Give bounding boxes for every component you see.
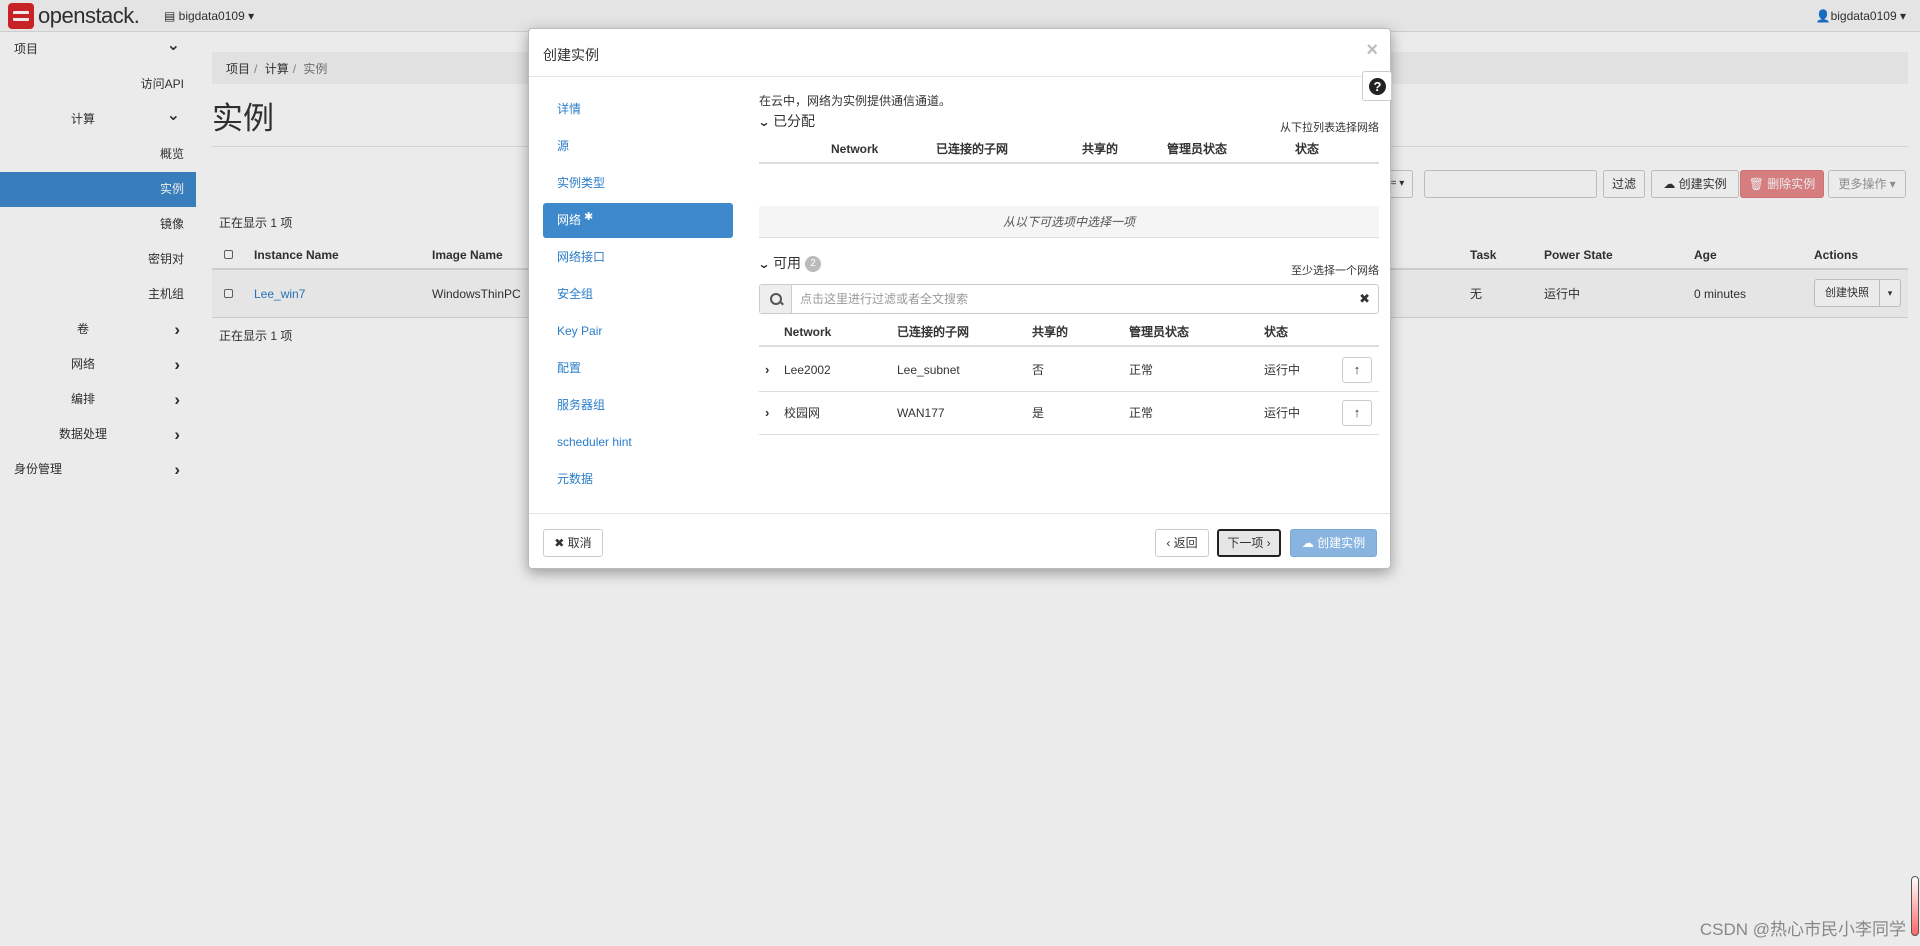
available-hint: 至少选择一个网络: [1291, 265, 1379, 277]
available-section-toggle[interactable]: ⌄ 可用 2: [757, 253, 822, 273]
allocate-network-button[interactable]: ↑: [1342, 357, 1372, 383]
next-button[interactable]: 下一项 ›: [1217, 529, 1281, 557]
allocated-title: 已分配: [773, 113, 816, 129]
allocate-network-button[interactable]: ↑: [1342, 400, 1372, 426]
available-table-header: Network 已连接的子网 共享的 管理员状态 状态: [759, 317, 1379, 347]
chevron-down-icon: ⌄: [757, 257, 771, 271]
wizard-step[interactable]: 安全组: [543, 276, 733, 313]
launch-instance-submit-label: 创建实例: [1317, 536, 1366, 550]
wizard-step-label: 配置: [557, 361, 582, 375]
watermark: CSDN @热心市民小李同学: [1699, 920, 1906, 939]
subnet-name: WAN177: [897, 406, 945, 420]
status-value: 运行中: [1264, 406, 1301, 420]
search-icon: [760, 285, 792, 313]
close-icon[interactable]: ×: [1366, 39, 1378, 62]
launch-instance-dialog: 创建实例 × ? 详情源实例类型网络 ✱ 网络接口安全组 Key Pair 配置服务器组…: [528, 28, 1392, 569]
chevron-right-icon[interactable]: ›: [765, 392, 769, 434]
admin-state: 正常: [1129, 406, 1154, 420]
wizard-step-label: 网络接口: [557, 250, 606, 264]
column-header: 状态: [1295, 142, 1320, 156]
available-network-row: › 校园网 WAN177 是 正常 运行中 ↑: [759, 392, 1379, 435]
allocated-empty-row: 从以下可选项中选择一项: [759, 206, 1379, 238]
subnet-name: Lee_subnet: [897, 363, 960, 377]
wizard-step-label: 元数据: [557, 472, 594, 486]
cloud-upload-icon: ☁: [1301, 536, 1314, 550]
wizard-step-label: 服务器组: [557, 398, 606, 412]
required-icon: ✱: [584, 211, 594, 223]
cancel-button[interactable]: ✖ 取消: [543, 529, 603, 557]
arrow-up-icon: ↑: [1353, 405, 1361, 420]
wizard-step-label: 详情: [557, 102, 582, 116]
wizard-step-label: 网络: [557, 213, 582, 227]
column-header: 管理员状态: [1167, 142, 1228, 156]
back-button[interactable]: ‹ 返回: [1155, 529, 1209, 557]
shared-value: 是: [1032, 406, 1045, 420]
launch-instance-submit-button[interactable]: ☁ 创建实例: [1290, 529, 1377, 557]
wizard-step-label: Key Pair: [557, 324, 603, 338]
allocated-section-toggle[interactable]: ⌄ 已分配: [757, 111, 816, 131]
wizard-step[interactable]: 配置: [543, 350, 733, 387]
dialog-header: 创建实例 ×: [529, 29, 1390, 77]
column-header[interactable]: 状态: [1264, 317, 1288, 347]
dialog-footer: ✖ 取消 ‹ 返回 下一项 › ☁ 创建实例: [529, 513, 1390, 569]
wizard-step[interactable]: 源: [543, 128, 733, 165]
search-placeholder: 点击这里进行过滤或者全文搜索: [800, 292, 969, 306]
step-description: 在云中，网络为实例提供通信通道。: [759, 94, 952, 108]
wizard-step[interactable]: scheduler hint: [543, 424, 733, 461]
question-icon: ?: [1369, 78, 1386, 95]
column-header: 共享的: [1082, 142, 1119, 156]
admin-state: 正常: [1129, 363, 1154, 377]
wizard-step[interactable]: 网络接口: [543, 239, 733, 276]
wizard-step[interactable]: 元数据: [543, 461, 733, 498]
available-count-badge: 2: [805, 256, 822, 273]
column-header: Network: [831, 142, 879, 156]
chevron-right-icon[interactable]: ›: [765, 349, 769, 391]
shared-value: 否: [1032, 363, 1045, 377]
column-header[interactable]: 已连接的子网: [897, 317, 969, 347]
wizard-step-label: 实例类型: [557, 176, 606, 190]
status-value: 运行中: [1264, 363, 1301, 377]
chevron-down-icon: ⌄: [757, 115, 771, 129]
available-title: 可用: [773, 255, 802, 271]
wizard-step-label: 源: [557, 139, 570, 153]
column-header[interactable]: Network: [784, 317, 831, 347]
network-name: 校园网: [784, 406, 821, 420]
wizard-step[interactable]: 网络 ✱: [543, 203, 733, 238]
wizard-step[interactable]: Key Pair: [543, 313, 733, 350]
page-scrollbar[interactable]: [1911, 876, 1919, 936]
allocated-table-header: Network 已连接的子网 共享的 管理员状态 状态: [759, 134, 1379, 164]
help-button[interactable]: ?: [1362, 71, 1392, 101]
dialog-title: 创建实例: [543, 47, 599, 63]
arrow-up-icon: ↑: [1353, 362, 1361, 377]
available-search[interactable]: 点击这里进行过滤或者全文搜索 ✖: [759, 284, 1379, 314]
wizard-step-label: scheduler hint: [557, 435, 632, 449]
allocated-hint: 从下拉列表选择网络: [1280, 122, 1379, 134]
wizard-nav: 详情源实例类型网络 ✱ 网络接口安全组 Key Pair 配置服务器组 scheduler…: [543, 91, 733, 498]
wizard-step[interactable]: 实例类型: [543, 165, 733, 202]
column-header[interactable]: 共享的: [1032, 317, 1068, 347]
clear-search-icon[interactable]: ✖: [1359, 285, 1370, 313]
column-header[interactable]: 管理员状态: [1129, 317, 1189, 347]
wizard-step-label: 安全组: [557, 287, 594, 301]
column-header: 已连接的子网: [936, 142, 1009, 156]
available-network-row: › Lee2002 Lee_subnet 否 正常 运行中 ↑: [759, 349, 1379, 392]
wizard-step[interactable]: 服务器组: [543, 387, 733, 424]
network-name: Lee2002: [784, 363, 831, 377]
wizard-step[interactable]: 详情: [543, 91, 733, 128]
